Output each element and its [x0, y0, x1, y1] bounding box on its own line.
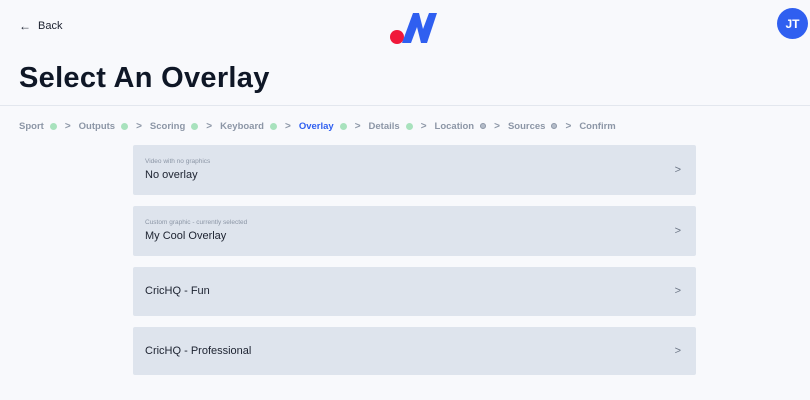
overlay-option-crichq-professional[interactable]: CricHQ - Professional > [133, 327, 696, 375]
step-pending-dot [551, 123, 558, 129]
step-sport[interactable]: Sport [19, 121, 57, 132]
step-complete-dot [269, 122, 277, 130]
step-progress-breadcrumb: Sport > Outputs > Scoring > Keyboard > O… [19, 119, 616, 133]
header-divider [0, 105, 810, 106]
step-pending-dot [480, 123, 487, 129]
option-label: CricHQ - Professional [145, 345, 252, 357]
overlay-option-crichq-fun[interactable]: CricHQ - Fun > [133, 267, 696, 316]
left-arrow-icon: ← [19, 19, 31, 33]
step-keyboard[interactable]: Keyboard [220, 121, 277, 132]
user-avatar[interactable]: JT [777, 8, 808, 39]
chevron-right-icon: > [674, 164, 681, 176]
step-outputs[interactable]: Outputs [79, 121, 129, 132]
option-caption: Video with no graphics [145, 158, 211, 165]
option-label: CricHQ - Fun [145, 285, 210, 297]
overlay-option-my-cool-overlay[interactable]: Custom graphic - currently selected My C… [133, 206, 696, 256]
step-complete-dot [339, 122, 347, 130]
step-overlay[interactable]: Overlay [299, 121, 347, 132]
step-complete-dot [191, 122, 199, 130]
step-separator: > [284, 120, 291, 132]
step-separator: > [64, 120, 71, 132]
step-separator: > [565, 120, 572, 132]
app-logo [390, 13, 437, 44]
option-caption: Custom graphic - currently selected [145, 219, 248, 226]
step-complete-dot [121, 122, 129, 130]
step-complete-dot [405, 122, 413, 130]
chevron-right-icon: > [674, 225, 681, 237]
step-separator: > [136, 120, 142, 132]
chevron-right-icon: > [674, 345, 681, 357]
step-details[interactable]: Details [369, 121, 413, 132]
back-button[interactable]: ← Back [19, 17, 62, 35]
step-sources[interactable]: Sources [508, 121, 558, 132]
option-label: My Cool Overlay [145, 230, 227, 242]
step-separator: > [420, 120, 427, 132]
overlay-option-no-overlay[interactable]: Video with no graphics No overlay > [133, 145, 696, 195]
back-label: Back [38, 20, 63, 32]
step-separator: > [494, 120, 500, 132]
step-scoring[interactable]: Scoring [150, 121, 199, 132]
step-separator: > [206, 120, 213, 132]
step-location[interactable]: Location [435, 121, 487, 132]
step-complete-dot [49, 122, 57, 130]
chevron-right-icon: > [674, 285, 681, 297]
page-title: Select An Overlay [19, 62, 270, 94]
step-separator: > [354, 120, 361, 132]
step-confirm[interactable]: Confirm [579, 121, 615, 132]
option-label: No overlay [145, 169, 198, 181]
logo-mark [402, 13, 437, 43]
top-bar: ← Back JT [0, 0, 810, 52]
logo-dot [390, 30, 404, 44]
